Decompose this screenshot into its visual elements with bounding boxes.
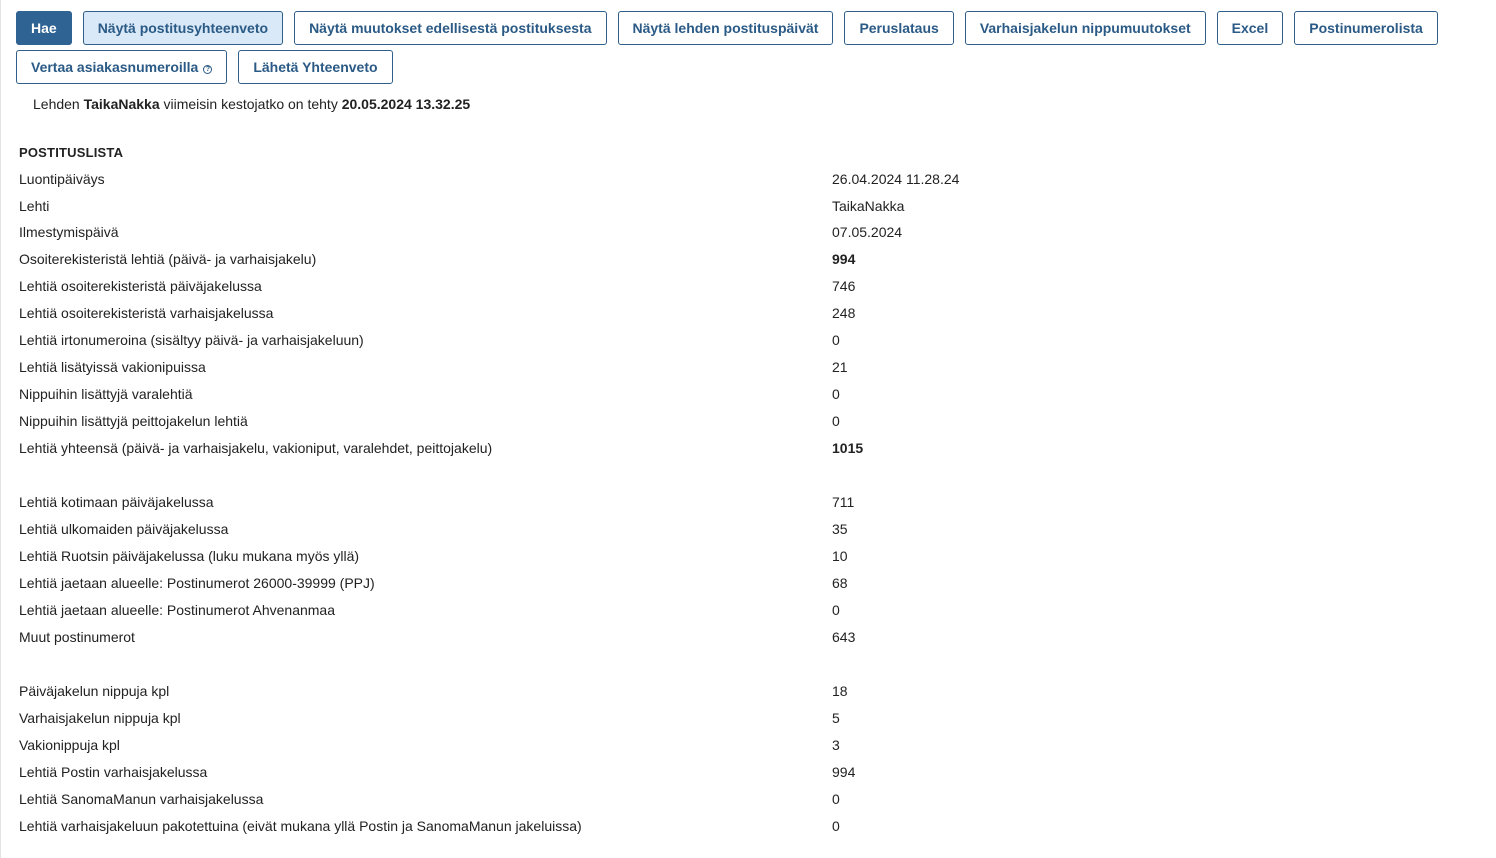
row-value: 994: [832, 251, 856, 267]
summary-row: Nippuihin lisättyjä varalehtiä 0: [19, 386, 1219, 413]
row-label: Lehtiä jaetaan alueelle: Postinumerot 26…: [19, 575, 375, 591]
basic-load-button[interactable]: Peruslataus: [844, 11, 954, 45]
row-label: Lehtiä osoiterekisteristä päiväjakelussa: [19, 278, 262, 294]
row-label: Lehtiä yhteensä (päivä- ja varhaisjakelu…: [19, 440, 493, 456]
row-label: Muut postinumerot: [19, 629, 135, 645]
row-label: Lehti: [19, 198, 50, 214]
status-paper-name: TaikaNakka: [83, 96, 160, 112]
summary-row: Lehtiä varhaisjakeluun pakotettuina (eiv…: [19, 818, 1219, 845]
row-value: 0: [832, 332, 840, 348]
show-changes-button[interactable]: Näytä muutokset edellisestä postituksest…: [294, 11, 607, 45]
row-label: Lehtiä SanomaManun varhaisjakelussa: [19, 791, 264, 807]
row-value: 35: [832, 521, 848, 537]
row-value: 10: [832, 548, 848, 564]
row-value: 3: [832, 737, 840, 753]
row-label: Lehtiä Postin varhaisjakelussa: [19, 764, 208, 780]
row-value: 18: [832, 683, 848, 699]
summary-row: Lehti TaikaNakka: [19, 198, 1219, 225]
summary-row: Lehtiä kotimaan päiväjakelussa 711: [19, 494, 1219, 521]
summary-row: Lehtiä SanomaManun varhaisjakelussa 0: [19, 791, 1219, 818]
row-value: 5: [832, 710, 840, 726]
row-value: 0: [832, 386, 840, 402]
row-value: 248: [832, 305, 856, 321]
show-mailing-summary-button[interactable]: Näytä postitusyhteenveto: [82, 11, 284, 45]
row-value: 0: [832, 413, 840, 429]
status-prefix: Lehden: [33, 96, 80, 112]
send-summary-button[interactable]: Lähetä Yhteenveto: [238, 50, 393, 84]
status-middle-text: viimeisin kestojatko on tehty: [163, 96, 338, 112]
row-label: Lehtiä Ruotsin päiväjakelussa (luku muka…: [19, 548, 360, 564]
row-value: 711: [832, 494, 855, 510]
row-label: Lehtiä ulkomaiden päiväjakelussa: [19, 521, 229, 537]
row-value: 21: [832, 359, 848, 375]
last-continuation-status: Lehden TaikaNakka viimeisin kestojatko o…: [33, 96, 470, 112]
row-label: Lehtiä jaetaan alueelle: Postinumerot Ah…: [19, 602, 335, 618]
toolbar: Hae Näytä postitusyhteenveto Näytä muuto…: [16, 11, 1486, 84]
row-value: 746: [832, 278, 856, 294]
summary-row: Vakionippuja kpl 3: [19, 737, 1219, 764]
summary-row: Lehtiä Ruotsin päiväjakelussa (luku muka…: [19, 548, 1219, 575]
summary-row: Lehtiä jaetaan alueelle: Postinumerot 26…: [19, 575, 1219, 602]
row-label: Ilmestymispäivä: [19, 224, 119, 240]
row-value: 07.05.2024: [832, 224, 903, 240]
summary-row: Lehtiä osoiterekisteristä päiväjakelussa…: [19, 278, 1219, 305]
section-title: POSTITUSLISTA: [19, 145, 124, 160]
summary-row: Ilmestymispäivä 07.05.2024: [19, 224, 1219, 251]
search-button[interactable]: Hae: [16, 11, 72, 45]
row-value: 643: [832, 629, 856, 645]
postal-code-list-button[interactable]: Postinumerolista: [1294, 11, 1438, 45]
row-value: 0: [832, 602, 840, 618]
row-value: 994: [832, 764, 856, 780]
summary-row: Varhaisjakelun nippuja kpl 5: [19, 710, 1219, 737]
question-circle-icon[interactable]: ?: [203, 64, 213, 74]
summary-row: Lehtiä ulkomaiden päiväjakelussa 35: [19, 521, 1219, 548]
compare-customer-numbers-label: Vertaa asiakasnumeroilla: [31, 59, 199, 75]
row-value: TaikaNakka: [832, 198, 905, 214]
summary-row: Lehtiä lisätyissä vakionipuissa 21: [19, 359, 1219, 386]
row-value: 68: [832, 575, 848, 591]
row-value: 1015: [832, 440, 864, 456]
summary-row-total: Lehtiä yhteensä (päivä- ja varhaisjakelu…: [19, 440, 1219, 467]
status-timestamp: 20.05.2024 13.32.25: [341, 96, 471, 112]
row-label: Luontipäiväys: [19, 171, 105, 187]
row-label: Päiväjakelun nippuja kpl: [19, 683, 170, 699]
row-label: Lehtiä irtonumeroina (sisältyy päivä- ja…: [19, 332, 364, 348]
row-label: Lehtiä varhaisjakeluun pakotettuina (eiv…: [19, 818, 582, 834]
row-value: 0: [832, 791, 840, 807]
row-value: 0: [832, 818, 840, 834]
excel-button[interactable]: Excel: [1216, 11, 1284, 45]
row-label: Lehtiä lisätyissä vakionipuissa: [19, 359, 206, 375]
row-label: Vakionippuja kpl: [19, 737, 120, 753]
summary-row: Lehtiä Postin varhaisjakelussa 994: [19, 764, 1219, 791]
summary-row: Osoiterekisteristä lehtiä (päivä- ja var…: [19, 251, 1219, 278]
show-mailing-dates-button[interactable]: Näytä lehden postituspäivät: [617, 11, 834, 45]
early-delivery-bundle-changes-button[interactable]: Varhaisjakelun nippumuutokset: [964, 11, 1206, 45]
row-label: Varhaisjakelun nippuja kpl: [19, 710, 181, 726]
summary-row: Muut postinumerot 643: [19, 629, 1219, 656]
row-value: 26.04.2024 11.28.24: [832, 171, 960, 187]
compare-customer-numbers-button[interactable]: Vertaa asiakasnumeroilla ?: [16, 50, 228, 84]
row-label: Osoiterekisteristä lehtiä (päivä- ja var…: [19, 251, 317, 267]
row-label: Lehtiä osoiterekisteristä varhaisjakelus…: [19, 305, 274, 321]
row-label: Nippuihin lisättyjä varalehtiä: [19, 386, 193, 402]
summary-row: Päiväjakelun nippuja kpl 18: [19, 683, 1219, 710]
summary-row: Lehtiä irtonumeroina (sisältyy päivä- ja…: [19, 332, 1219, 359]
row-label: Lehtiä kotimaan päiväjakelussa: [19, 494, 214, 510]
summary-row: Lehtiä jaetaan alueelle: Postinumerot Ah…: [19, 602, 1219, 629]
row-label: Nippuihin lisättyjä peittojakelun lehtiä: [19, 413, 248, 429]
summary-row: Luontipäiväys 26.04.2024 11.28.24: [19, 171, 1219, 198]
summary-row: Lehtiä osoiterekisteristä varhaisjakelus…: [19, 305, 1219, 332]
summary-row: Nippuihin lisättyjä peittojakelun lehtiä…: [19, 413, 1219, 440]
